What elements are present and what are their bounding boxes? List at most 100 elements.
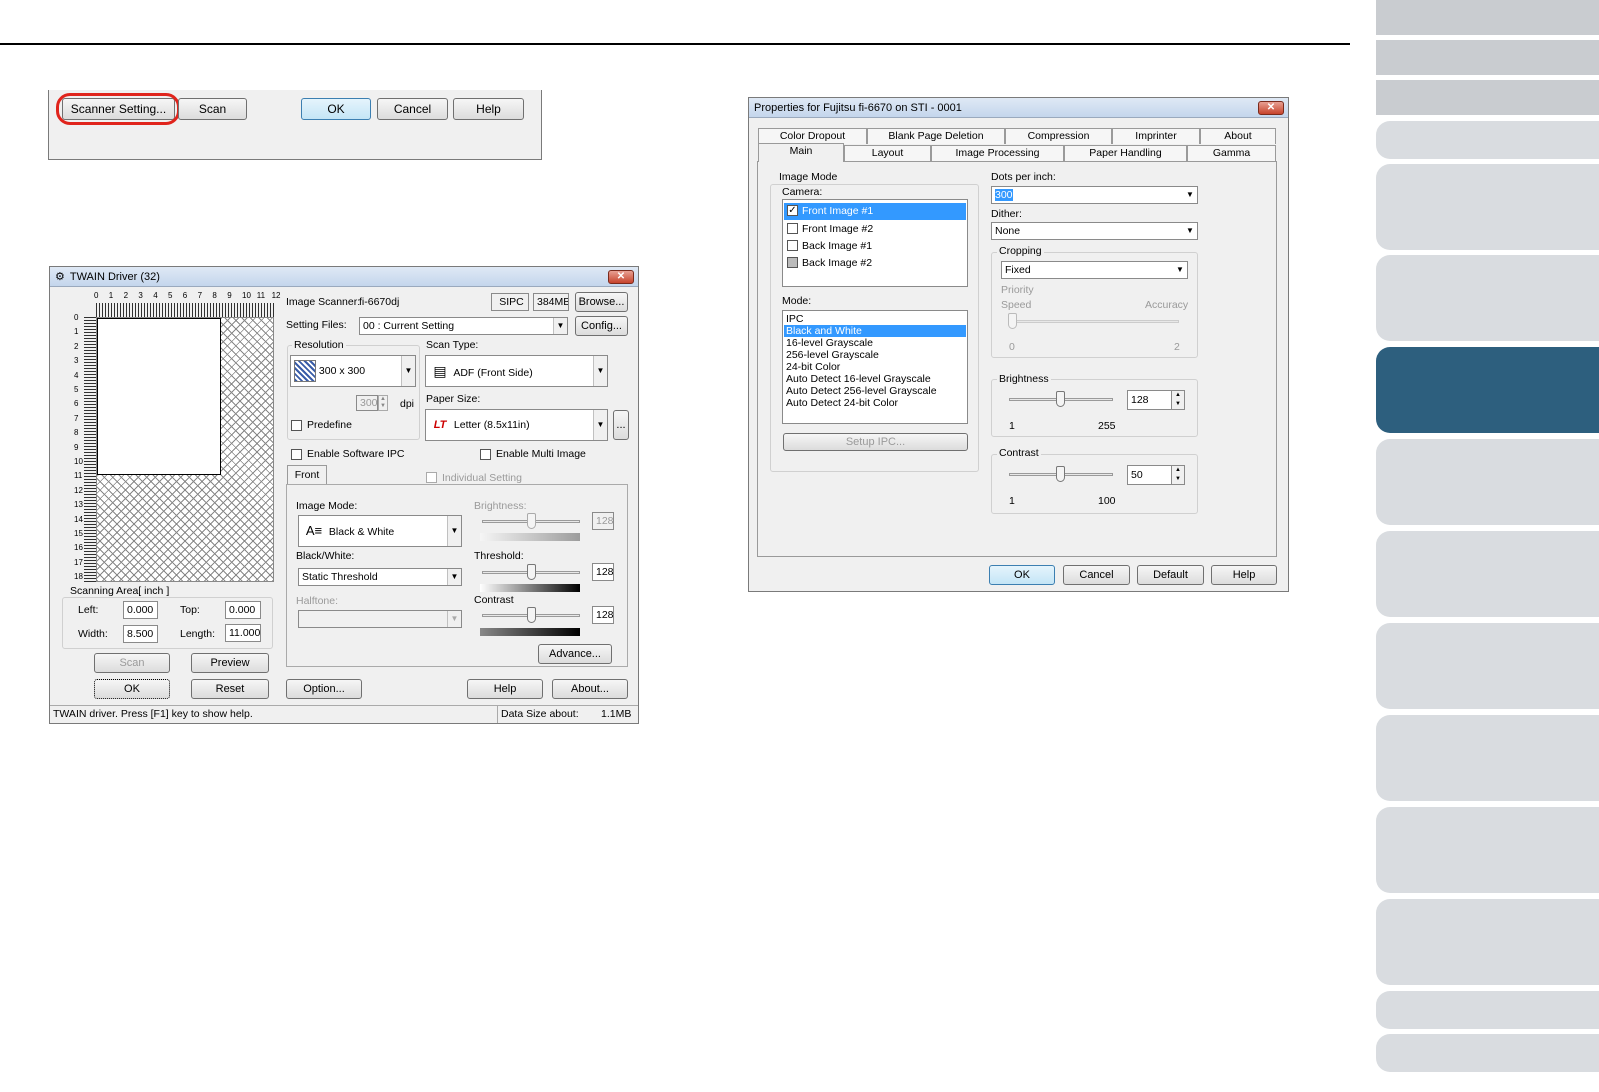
props-help-button[interactable]: Help (1211, 565, 1277, 585)
predefine-checkbox[interactable] (291, 420, 302, 431)
sidebar-tab-5[interactable] (1376, 164, 1599, 250)
length-field[interactable]: 11.000 (225, 624, 261, 642)
tab-blank-page-deletion[interactable]: Blank Page Deletion (867, 128, 1005, 144)
enable-software-ipc-checkbox[interactable] (291, 449, 302, 460)
priority-slider-track[interactable] (1009, 320, 1179, 323)
paper-more-button[interactable]: ... (613, 410, 629, 440)
camera-checkbox[interactable] (787, 223, 798, 234)
left-field[interactable]: 0.000 (123, 601, 158, 619)
sidebar-tab-11[interactable] (1376, 715, 1599, 801)
tab-front[interactable]: Front (287, 465, 327, 485)
sidebar-tab-1[interactable] (1376, 0, 1599, 35)
mode-item[interactable]: Auto Detect 24-bit Color (784, 397, 966, 409)
sidebar-tab-active[interactable] (1376, 347, 1599, 433)
option-button[interactable]: Option... (286, 679, 362, 699)
tab-gamma[interactable]: Gamma (1187, 145, 1276, 161)
reset-button[interactable]: Reset (191, 679, 269, 699)
twain-scan-button[interactable]: Scan (94, 653, 170, 673)
sidebar-tab-15[interactable] (1376, 1034, 1599, 1072)
mode-item[interactable]: 256-level Grayscale (784, 349, 966, 361)
dither-select[interactable]: None ▼ (991, 222, 1198, 240)
individual-setting-checkbox[interactable] (426, 472, 437, 483)
brightness-spinner-icon[interactable]: ▲ ▼ (1171, 390, 1185, 410)
check-icon[interactable]: ✓ (787, 205, 798, 216)
props-default-button[interactable]: Default (1137, 565, 1204, 585)
twain-ok-button[interactable]: OK (94, 679, 170, 699)
priority-slider-thumb[interactable] (1008, 313, 1017, 329)
tab-layout[interactable]: Layout (844, 145, 931, 161)
chevron-down-icon[interactable]: ▼ (1173, 262, 1187, 278)
cancel-button[interactable]: Cancel (377, 98, 448, 120)
tab-compression[interactable]: Compression (1005, 128, 1112, 144)
props-brightness-field[interactable]: 128 (1127, 390, 1177, 410)
tab-paper-handling[interactable]: Paper Handling (1064, 145, 1187, 161)
sidebar-tab-4[interactable] (1376, 121, 1599, 159)
camera-item[interactable]: Back Image #1 (784, 238, 966, 255)
close-icon[interactable]: ✕ (608, 270, 634, 284)
bw-select[interactable]: Static Threshold ▼ (298, 568, 462, 586)
sidebar-tab-3[interactable] (1376, 80, 1599, 115)
brightness-slider-thumb[interactable] (527, 513, 536, 529)
mode-item[interactable]: IPC (784, 313, 966, 325)
dpi-select[interactable]: 300 ▼ (991, 186, 1198, 204)
camera-checkbox[interactable] (787, 240, 798, 251)
props-cancel-button[interactable]: Cancel (1063, 565, 1130, 585)
scan-area-rect[interactable] (97, 318, 221, 475)
mode-item[interactable]: Auto Detect 16-level Grayscale (784, 373, 966, 385)
chevron-down-icon[interactable]: ▼ (447, 516, 461, 546)
camera-list[interactable]: Front Image #1 Front Image #2 Back Image… (782, 199, 968, 287)
chevron-down-icon[interactable]: ▼ (593, 356, 607, 386)
contrast-slider-thumb[interactable] (527, 607, 536, 623)
scan-button[interactable]: Scan (178, 98, 247, 120)
dpi-field[interactable]: 300 (356, 395, 378, 411)
props-contrast-thumb[interactable] (1056, 466, 1065, 482)
props-contrast-field[interactable]: 50 (1127, 465, 1177, 485)
sidebar-tab-13[interactable] (1376, 899, 1599, 985)
close-icon[interactable]: ✕ (1258, 101, 1284, 115)
about-button[interactable]: About... (552, 679, 628, 699)
ok-button[interactable]: OK (301, 98, 371, 120)
resolution-select[interactable]: 300 x 300 ▼ (290, 355, 416, 387)
camera-item[interactable]: Front Image #1 (784, 203, 966, 220)
chevron-down-icon[interactable]: ▼ (447, 569, 461, 585)
halftone-select[interactable]: ▼ (298, 610, 462, 628)
tab-main[interactable]: Main (758, 143, 844, 162)
chevron-down-icon[interactable]: ▼ (593, 410, 607, 440)
chevron-down-icon[interactable]: ▼ (401, 356, 415, 386)
chevron-down-icon[interactable]: ▼ (553, 318, 567, 334)
browse-button[interactable]: Browse... (575, 292, 628, 312)
tab-about[interactable]: About (1200, 128, 1276, 144)
mode-item[interactable]: Black and White (784, 325, 966, 337)
sidebar-tab-6[interactable] (1376, 255, 1599, 341)
top-field[interactable]: 0.000 (225, 601, 261, 619)
brightness-field[interactable]: 128 (592, 512, 614, 530)
cropping-select[interactable]: Fixed ▼ (1001, 261, 1188, 279)
dpi-spinner-icon[interactable]: ▲ ▼ (378, 395, 388, 411)
tab-image-processing[interactable]: Image Processing (931, 145, 1064, 161)
setup-ipc-button[interactable]: Setup IPC... (783, 433, 968, 451)
width-field[interactable]: 8.500 (123, 625, 158, 643)
sidebar-tab-9[interactable] (1376, 531, 1599, 617)
sidebar-tab-8[interactable] (1376, 439, 1599, 525)
threshold-field[interactable]: 128 (592, 563, 614, 581)
camera-checkbox[interactable] (787, 257, 798, 268)
sidebar-tab-14[interactable] (1376, 991, 1599, 1029)
sidebar-tab-12[interactable] (1376, 807, 1599, 893)
image-mode-select[interactable]: A≡ Black & White ▼ (298, 515, 462, 547)
mode-item[interactable]: 16-level Grayscale (784, 337, 966, 349)
help-button[interactable]: Help (453, 98, 524, 120)
chevron-down-icon[interactable]: ▼ (447, 611, 461, 627)
setting-files-select[interactable]: 00 : Current Setting ▼ (359, 317, 568, 335)
contrast-spinner-icon[interactable]: ▲ ▼ (1171, 465, 1185, 485)
tab-imprinter[interactable]: Imprinter (1112, 128, 1200, 144)
enable-multi-image-checkbox[interactable] (480, 449, 491, 460)
paper-size-select[interactable]: LT Letter (8.5x11in) ▼ (425, 409, 608, 441)
sidebar-tab-10[interactable] (1376, 623, 1599, 709)
contrast-field[interactable]: 128 (592, 606, 614, 624)
threshold-slider-thumb[interactable] (527, 564, 536, 580)
props-ok-button[interactable]: OK (989, 565, 1055, 585)
chevron-down-icon[interactable]: ▼ (1183, 223, 1197, 239)
mode-item[interactable]: Auto Detect 256-level Grayscale (784, 385, 966, 397)
mode-item[interactable]: 24-bit Color (784, 361, 966, 373)
scan-type-select[interactable]: ▤ ADF (Front Side) ▼ (425, 355, 608, 387)
